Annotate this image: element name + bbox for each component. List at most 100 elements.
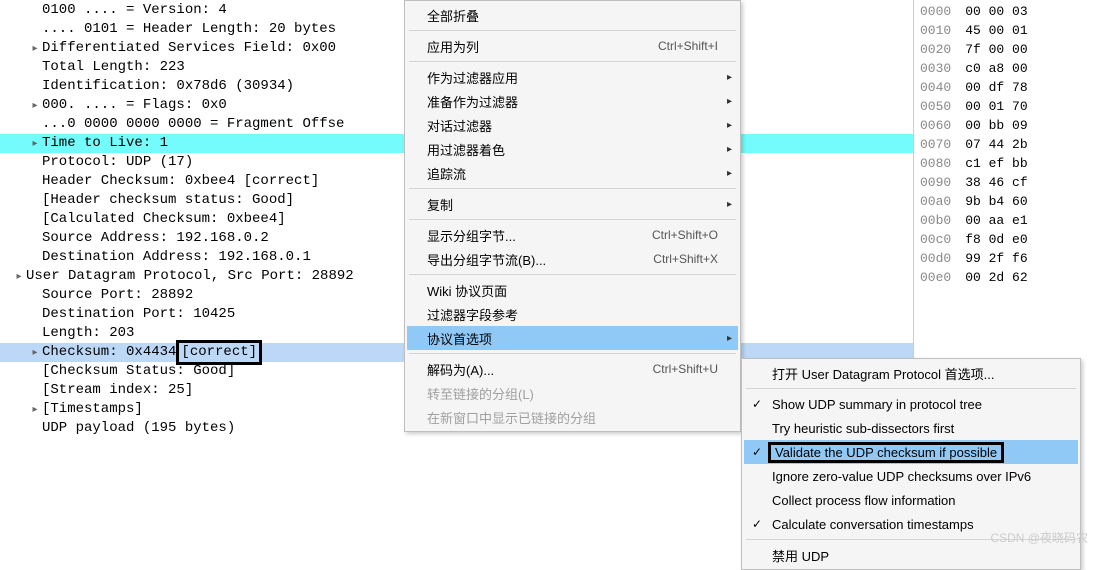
menu-wiki-page[interactable]: Wiki 协议页面 bbox=[407, 278, 738, 302]
submenu-open-prefs[interactable]: 打开 User Datagram Protocol 首选项... bbox=[744, 361, 1078, 385]
check-icon: ✓ bbox=[752, 445, 762, 459]
hex-row[interactable]: 007007 44 2b bbox=[920, 135, 1096, 154]
submenu-ignore-zero[interactable]: Ignore zero-value UDP checksums over IPv… bbox=[744, 464, 1078, 488]
hex-bytes: c0 a8 00 bbox=[965, 61, 1027, 76]
menu-conversation-filter[interactable]: 对话过滤器▸ bbox=[407, 113, 738, 137]
hex-bytes: 00 df 78 bbox=[965, 80, 1027, 95]
context-menu: 全部折叠 应用为列Ctrl+Shift+I 作为过滤器应用▸ 准备作为过滤器▸ … bbox=[404, 0, 741, 432]
menu-apply-as-filter[interactable]: 作为过滤器应用▸ bbox=[407, 65, 738, 89]
menu-prepare-filter[interactable]: 准备作为过滤器▸ bbox=[407, 89, 738, 113]
hex-row[interactable]: 0050 00 01 70 bbox=[920, 97, 1096, 116]
hex-bytes: 00 bb 09 bbox=[965, 118, 1027, 133]
submenu-collect-flow[interactable]: Collect process flow information bbox=[744, 488, 1078, 512]
menu-apply-as-column[interactable]: 应用为列Ctrl+Shift+I bbox=[407, 34, 738, 58]
chevron-right-icon: ▸ bbox=[727, 72, 732, 83]
menu-goto-linked: 转至链接的分组(L) bbox=[407, 381, 738, 405]
chevron-right-icon: ▸ bbox=[727, 333, 732, 344]
menu-separator bbox=[409, 30, 736, 31]
submenu-disable-udp[interactable]: 禁用 UDP bbox=[744, 543, 1078, 567]
expand-icon[interactable] bbox=[28, 400, 42, 419]
menu-show-bytes[interactable]: 显示分组字节...Ctrl+Shift+O bbox=[407, 223, 738, 247]
hex-row[interactable]: 000000 00 03 bbox=[920, 2, 1096, 21]
hex-row[interactable]: 00b000 aa e1 bbox=[920, 211, 1096, 230]
submenu-try-heuristic[interactable]: Try heuristic sub-dissectors first bbox=[744, 416, 1078, 440]
menu-collapse-all[interactable]: 全部折叠 bbox=[407, 3, 738, 27]
hex-row[interactable]: 0030 c0 a8 00 bbox=[920, 59, 1096, 78]
hex-address: 00d0 bbox=[920, 251, 951, 266]
expand-icon[interactable] bbox=[28, 39, 42, 58]
chevron-right-icon: ▸ bbox=[727, 96, 732, 107]
hex-address: 00b0 bbox=[920, 213, 951, 228]
tree-text: Protocol: UDP (17) bbox=[42, 153, 193, 172]
hex-address: 00a0 bbox=[920, 194, 951, 209]
hex-bytes: 45 00 01 bbox=[965, 23, 1027, 38]
hex-address: 0070 bbox=[920, 137, 951, 152]
hex-row[interactable]: 00207f 00 00 bbox=[920, 40, 1096, 59]
menu-separator bbox=[409, 353, 736, 354]
expand-icon[interactable] bbox=[12, 267, 26, 286]
tree-text: Time to Live: 1 bbox=[42, 134, 168, 153]
hex-address: 0090 bbox=[920, 175, 951, 190]
tree-text: Destination Port: 10425 bbox=[42, 305, 235, 324]
check-icon: ✓ bbox=[752, 517, 762, 531]
check-icon: ✓ bbox=[752, 397, 762, 411]
menu-colorize-filter[interactable]: 用过滤器着色▸ bbox=[407, 137, 738, 161]
tree-text: 0100 .... = Version: 4 bbox=[42, 1, 227, 20]
tree-text: ...0 0000 0000 0000 = Fragment Offse bbox=[42, 115, 344, 134]
hex-row[interactable]: 00c0 f8 0d e0 bbox=[920, 230, 1096, 249]
hex-row[interactable]: 0010 45 00 01 bbox=[920, 21, 1096, 40]
hex-row[interactable]: 00e0 00 2d 62 bbox=[920, 268, 1096, 287]
menu-copy[interactable]: 复制▸ bbox=[407, 192, 738, 216]
hex-address: 0030 bbox=[920, 61, 951, 76]
tree-text: Source Port: 28892 bbox=[42, 286, 193, 305]
hex-row[interactable]: 0060 00 bb 09 bbox=[920, 116, 1096, 135]
expand-icon[interactable] bbox=[28, 134, 42, 153]
hex-row[interactable]: 00d0 99 2f f6 bbox=[920, 249, 1096, 268]
tree-text: [Calculated Checksum: 0xbee4] bbox=[42, 210, 286, 229]
hex-row[interactable]: 0080c1 ef bb bbox=[920, 154, 1096, 173]
menu-separator bbox=[746, 388, 1076, 389]
hex-address: 0010 bbox=[920, 23, 951, 38]
expand-icon[interactable] bbox=[28, 96, 42, 115]
hex-address: 0020 bbox=[920, 42, 951, 57]
hex-row[interactable]: 0040 00 df 78 bbox=[920, 78, 1096, 97]
hex-bytes: 00 00 03 bbox=[965, 4, 1027, 19]
menu-decode-as[interactable]: 解码为(A)...Ctrl+Shift+U bbox=[407, 357, 738, 381]
hex-bytes: 99 2f f6 bbox=[965, 251, 1027, 266]
menu-separator bbox=[409, 188, 736, 189]
expand-icon[interactable] bbox=[28, 343, 42, 362]
hex-bytes: f8 0d e0 bbox=[965, 232, 1027, 247]
tree-text: [Checksum Status: Good] bbox=[42, 362, 235, 381]
submenu-show-summary[interactable]: ✓Show UDP summary in protocol tree bbox=[744, 392, 1078, 416]
tree-text: [Stream index: 25] bbox=[42, 381, 193, 400]
hex-address: 0040 bbox=[920, 80, 951, 95]
chevron-right-icon: ▸ bbox=[727, 199, 732, 210]
tree-text: Checksum: 0x4434 bbox=[42, 343, 176, 362]
tree-text: .... 0101 = Header Length: 20 bytes bbox=[42, 20, 336, 39]
hex-bytes: 00 2d 62 bbox=[965, 270, 1027, 285]
tree-text: [Timestamps] bbox=[42, 400, 143, 419]
hex-bytes: 00 01 70 bbox=[965, 99, 1027, 114]
hex-row[interactable]: 00a0 9b b4 60 bbox=[920, 192, 1096, 211]
tree-text: Source Address: 192.168.0.2 bbox=[42, 229, 269, 248]
submenu-validate-checksum[interactable]: ✓Validate the UDP checksum if possible bbox=[744, 440, 1078, 464]
menu-filter-reference[interactable]: 过滤器字段参考 bbox=[407, 302, 738, 326]
scrollbar-thumb[interactable] bbox=[913, 0, 914, 190]
hex-bytes: 9b b4 60 bbox=[965, 194, 1027, 209]
hex-address: 00c0 bbox=[920, 232, 951, 247]
tree-text: Length: 203 bbox=[42, 324, 134, 343]
menu-separator bbox=[409, 219, 736, 220]
menu-export-bytes[interactable]: 导出分组字节流(B)...Ctrl+Shift+X bbox=[407, 247, 738, 271]
hex-address: 0060 bbox=[920, 118, 951, 133]
menu-separator bbox=[409, 274, 736, 275]
menu-follow-stream[interactable]: 追踪流▸ bbox=[407, 161, 738, 185]
tree-text: Destination Address: 192.168.0.1 bbox=[42, 248, 311, 267]
watermark: CSDN @夜晓码农 bbox=[990, 529, 1088, 546]
menu-show-linked: 在新窗口中显示已链接的分组 bbox=[407, 405, 738, 429]
hex-address: 00e0 bbox=[920, 270, 951, 285]
hex-address: 0050 bbox=[920, 99, 951, 114]
tree-text: UDP payload (195 bytes) bbox=[42, 419, 235, 438]
menu-separator bbox=[409, 61, 736, 62]
hex-row[interactable]: 009038 46 cf bbox=[920, 173, 1096, 192]
menu-protocol-preferences[interactable]: 协议首选项▸ bbox=[407, 326, 738, 350]
